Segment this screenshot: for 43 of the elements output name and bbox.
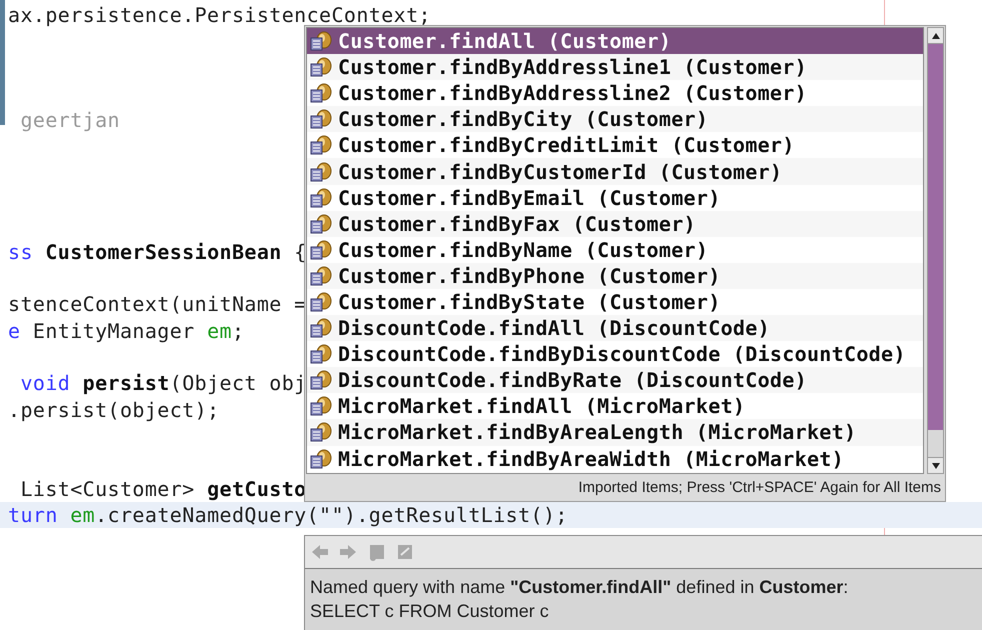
- named-query-icon: [310, 422, 332, 442]
- named-query-icon: [310, 370, 332, 390]
- completion-item[interactable]: MicroMarket.findByAreaWidth (MicroMarket): [307, 446, 923, 472]
- named-query-icon: [310, 162, 332, 182]
- named-query-icon: [310, 188, 332, 208]
- completion-item[interactable]: DiscountCode.findByRate (DiscountCode): [307, 367, 923, 394]
- named-query-icon: [310, 57, 332, 78]
- scroll-up-icon[interactable]: [928, 28, 943, 44]
- code-line: .persist(object);: [8, 396, 220, 424]
- named-query-icon: [310, 83, 332, 104]
- named-query-icon: [310, 240, 332, 260]
- completion-item[interactable]: Customer.findByCustomerId (Customer): [307, 158, 923, 185]
- completion-item[interactable]: DiscountCode.findAll (DiscountCode): [307, 315, 923, 342]
- named-query-icon: [310, 344, 332, 364]
- documentation-text: SELECT c FROM Customer c: [310, 600, 550, 623]
- named-query-icon: [310, 396, 332, 416]
- named-query-icon: [310, 109, 332, 130]
- scrollbar-thumb[interactable]: [928, 44, 943, 430]
- completion-item[interactable]: Customer.findByEmail (Customer): [307, 184, 923, 211]
- completion-hint: Imported Items; Press 'Ctrl+SPACE' Again for All Items: [577, 478, 942, 498]
- named-query-icon: [310, 292, 332, 312]
- completion-item[interactable]: Customer.findByPhone (Customer): [307, 262, 923, 289]
- completion-item[interactable]: Customer.findByCity (Customer): [307, 106, 923, 132]
- named-query-icon: [310, 214, 332, 234]
- code-line: void persist(Object obj: [19, 370, 307, 398]
- code-line: e EntityManager em;: [8, 318, 244, 345]
- named-query-icon: [310, 266, 332, 286]
- named-query-icon: [310, 318, 332, 338]
- named-query-icon: [310, 31, 332, 52]
- named-query-icon: [310, 135, 332, 156]
- completion-item[interactable]: MicroMarket.findByAreaLength (MicroMarket): [307, 419, 923, 446]
- code-line: ax.persistence.PersistenceContext;: [8, 2, 431, 30]
- named-query-icon: [310, 448, 332, 469]
- code-line: geertjan: [19, 107, 120, 134]
- completion-item[interactable]: Customer.findByFax (Customer): [307, 210, 923, 237]
- code-line: ss CustomerSessionBean {: [8, 238, 307, 266]
- completion-item[interactable]: Customer.findByAddressline1 (Customer): [307, 54, 923, 80]
- scrollbar[interactable]: [927, 27, 944, 474]
- completion-item[interactable]: Customer.findAll (Customer): [307, 28, 923, 54]
- scroll-down-icon[interactable]: [928, 457, 943, 473]
- documentation-text: Named query with name "Customer.findAll" defined in Customer:: [310, 576, 850, 599]
- code-line: turn em.createNamedQuery("").getResultList();: [8, 502, 568, 529]
- code-line: List<Customer> getCusto: [19, 476, 307, 502]
